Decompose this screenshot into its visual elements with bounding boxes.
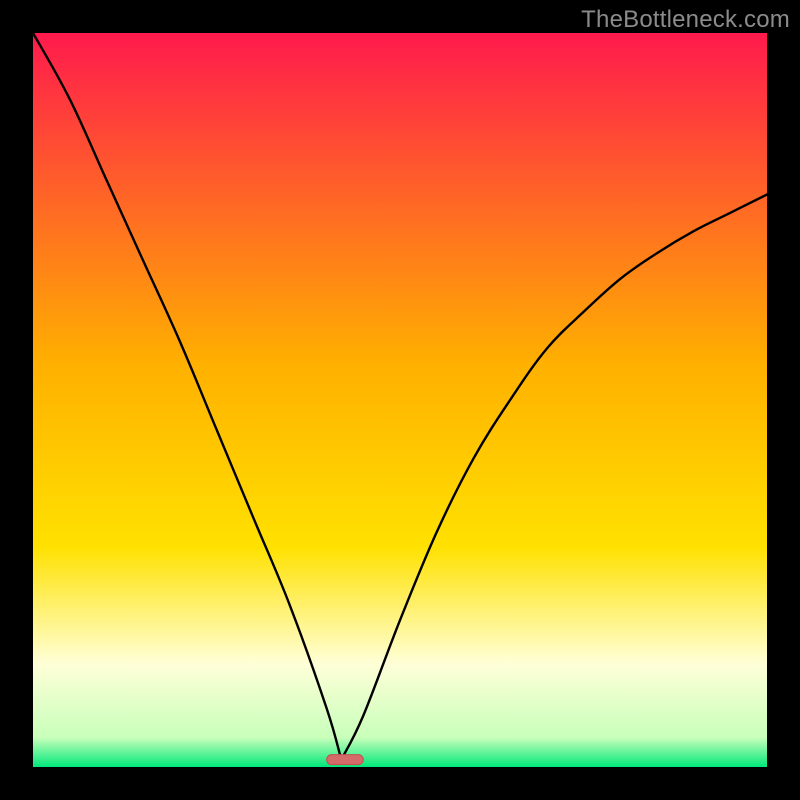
minimum-marker (327, 755, 364, 765)
watermark-text: TheBottleneck.com (581, 6, 790, 34)
bottleneck-chart (33, 33, 767, 767)
gradient-background (33, 33, 767, 767)
chart-frame: TheBottleneck.com (0, 0, 800, 800)
